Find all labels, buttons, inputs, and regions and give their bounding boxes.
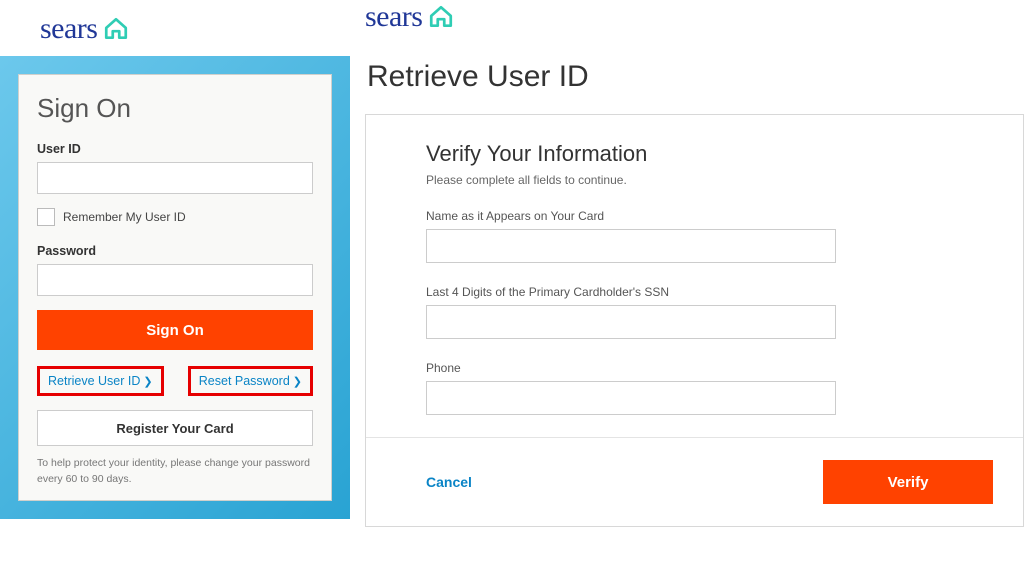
brand-logo-left: sears <box>0 0 350 56</box>
home-icon <box>428 4 454 30</box>
verify-subtitle: Please complete all fields to continue. <box>426 173 1023 187</box>
password-help-text: To help protect your identity, please ch… <box>37 456 313 488</box>
signon-title: Sign On <box>37 93 313 124</box>
brand-name: sears <box>40 12 97 46</box>
user-id-label: User ID <box>37 142 313 156</box>
ssn-last4-input[interactable] <box>426 305 836 339</box>
register-card-button[interactable]: Register Your Card <box>37 410 313 446</box>
reset-password-link[interactable]: Reset Password ❯ <box>199 374 302 388</box>
user-id-input[interactable] <box>37 162 313 194</box>
remember-checkbox[interactable] <box>37 208 55 226</box>
retrieve-userid-text: Retrieve User ID <box>48 374 140 388</box>
password-label: Password <box>37 244 313 258</box>
signon-card: Sign On User ID Remember My User ID Pass… <box>18 74 332 501</box>
verify-button[interactable]: Verify <box>823 460 993 504</box>
phone-label: Phone <box>426 361 1023 375</box>
home-icon <box>103 16 129 42</box>
cancel-button[interactable]: Cancel <box>426 474 472 490</box>
phone-input[interactable] <box>426 381 836 415</box>
reset-password-highlight: Reset Password ❯ <box>188 366 313 396</box>
reset-password-text: Reset Password <box>199 374 290 388</box>
retrieve-userid-highlight: Retrieve User ID ❯ <box>37 366 164 396</box>
name-on-card-label: Name as it Appears on Your Card <box>426 209 1023 223</box>
verify-title: Verify Your Information <box>426 141 1023 167</box>
signon-button[interactable]: Sign On <box>37 310 313 350</box>
brand-name: sears <box>365 0 422 34</box>
ssn-last4-label: Last 4 Digits of the Primary Cardholder'… <box>426 285 1023 299</box>
remember-label: Remember My User ID <box>63 210 186 224</box>
retrieve-userid-link[interactable]: Retrieve User ID ❯ <box>48 374 153 388</box>
brand-logo-right: sears <box>365 0 1024 40</box>
chevron-right-icon: ❯ <box>293 375 302 388</box>
verify-card: Verify Your Information Please complete … <box>365 114 1024 527</box>
chevron-right-icon: ❯ <box>143 375 152 388</box>
password-input[interactable] <box>37 264 313 296</box>
name-on-card-input[interactable] <box>426 229 836 263</box>
page-title: Retrieve User ID <box>367 60 1024 94</box>
